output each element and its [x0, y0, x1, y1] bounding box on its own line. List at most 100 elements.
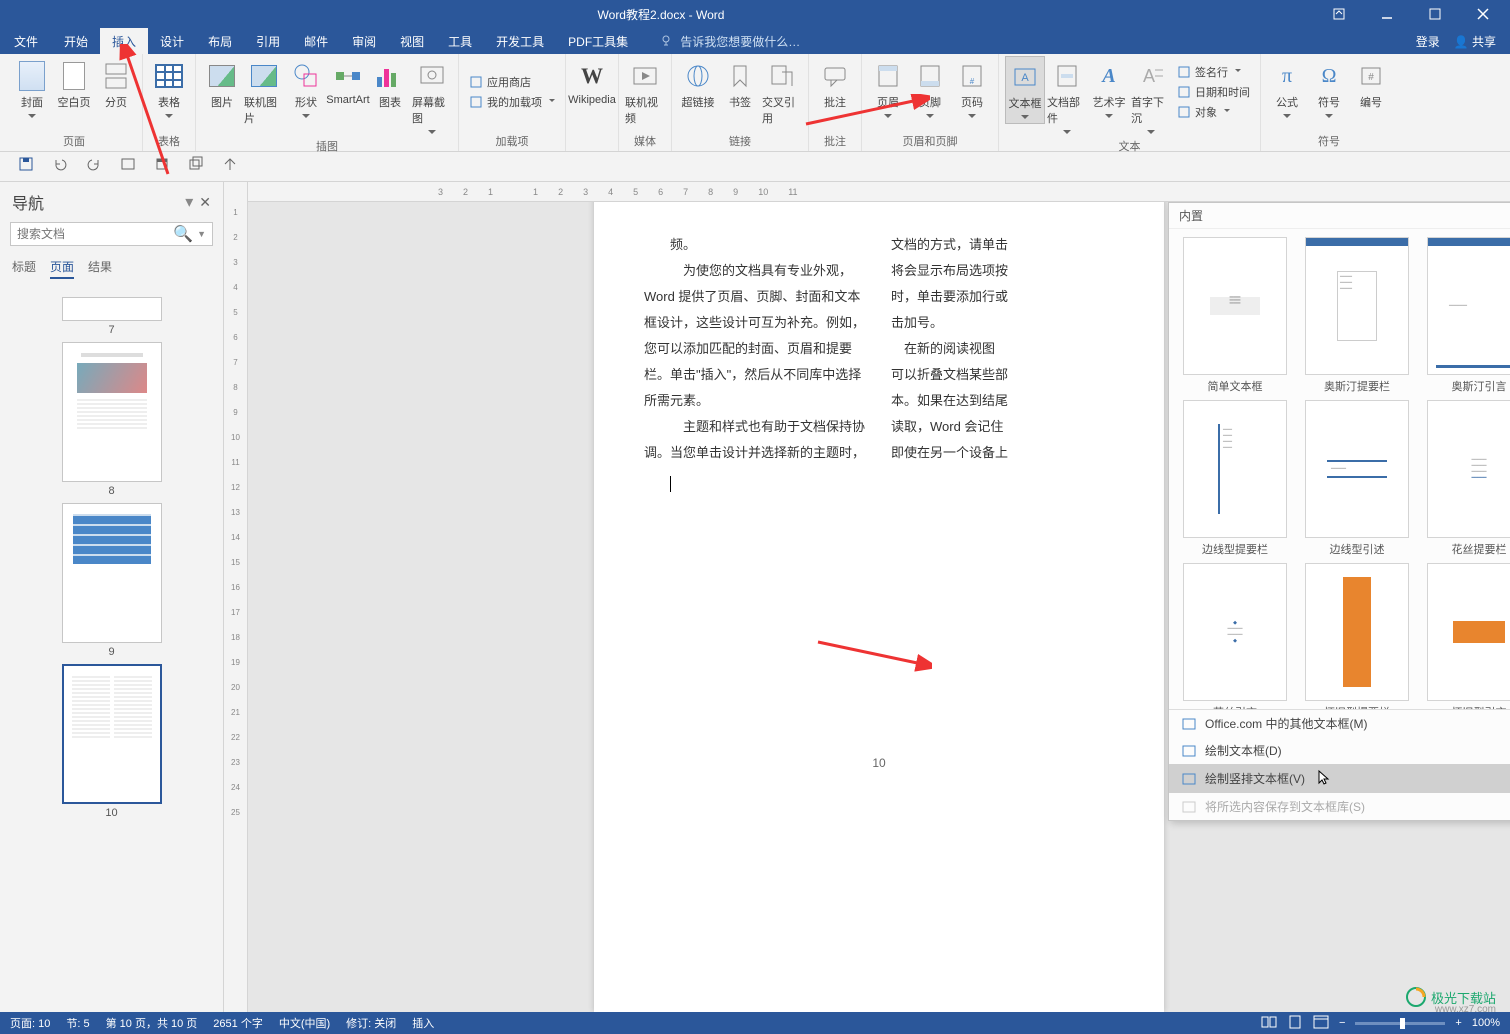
ribbon-图片[interactable]: 图片: [202, 56, 242, 110]
qat-icon[interactable]: [154, 156, 170, 177]
textbox-option[interactable]: 绘制竖排文本框(V): [1169, 764, 1510, 793]
ribbon-SmartArt[interactable]: SmartArt: [328, 56, 368, 106]
ribbon-页脚[interactable]: 页脚: [910, 56, 950, 122]
tab-文件[interactable]: 文件: [0, 28, 52, 54]
close-icon[interactable]: ✕: [199, 194, 211, 211]
qat-icon[interactable]: [222, 156, 238, 177]
ribbon-签名行[interactable]: 签名行: [1173, 63, 1254, 81]
ribbon-交叉引用[interactable]: 交叉引用: [762, 56, 802, 126]
nav-tab-标题[interactable]: 标题: [12, 258, 36, 279]
ribbon-表格[interactable]: 表格: [149, 56, 189, 122]
ribbon-页码[interactable]: #页码: [952, 56, 992, 122]
textbox-option[interactable]: 绘制文本框(D): [1169, 737, 1510, 764]
ribbon-文档部件[interactable]: 文档部件: [1047, 56, 1087, 138]
ribbon-Wikipedia[interactable]: WWikipedia: [572, 56, 612, 106]
search-input[interactable]: [17, 227, 173, 241]
ribbon-空白页[interactable]: 空白页: [54, 56, 94, 110]
textbox-preset-简单文本框[interactable]: ━━━━━━━━━简单文本框: [1177, 237, 1293, 394]
close-button[interactable]: [1466, 0, 1500, 28]
tab-布局[interactable]: 布局: [196, 28, 244, 54]
tab-审阅[interactable]: 审阅: [340, 28, 388, 54]
ribbon-书签[interactable]: 书签: [720, 56, 760, 110]
ribbon-超链接[interactable]: 超链接: [678, 56, 718, 110]
ribbon-联机视频[interactable]: 联机视频: [625, 56, 665, 126]
tab-设计[interactable]: 设计: [148, 28, 196, 54]
ribbon-形状[interactable]: 形状: [286, 56, 326, 122]
nav-tab-结果[interactable]: 结果: [88, 258, 112, 279]
textbox-preset-奥斯汀提要栏[interactable]: ━━━━━━━━━━━━奥斯汀提要栏: [1299, 237, 1415, 394]
tab-插入[interactable]: 插入: [100, 28, 148, 54]
view-print-icon[interactable]: [1287, 1015, 1303, 1032]
tab-开始[interactable]: 开始: [52, 28, 100, 54]
zoom-slider[interactable]: [1355, 1022, 1445, 1025]
tell-me[interactable]: 告诉我您想要做什么…: [660, 33, 800, 50]
view-web-icon[interactable]: [1313, 1015, 1329, 1032]
ribbon-日期和时间[interactable]: 日期和时间: [1173, 83, 1254, 101]
textbox-preset-奥斯汀引言[interactable]: ━━━━━━奥斯汀引言: [1421, 237, 1510, 394]
share-button[interactable]: 👤 共享: [1454, 33, 1496, 50]
search-icon[interactable]: 🔍: [173, 224, 193, 244]
status-page-of[interactable]: 第 10 页，共 10 页: [106, 1015, 198, 1031]
ribbon-首字下沉[interactable]: A首字下沉: [1131, 56, 1171, 138]
status-words[interactable]: 2651 个字: [213, 1015, 263, 1031]
undo-icon[interactable]: [52, 156, 68, 177]
page-thumb-8[interactable]: 8: [62, 342, 162, 497]
textbox-preset-花丝引言[interactable]: ◆━━━━━━━━━━◆花丝引言: [1177, 563, 1293, 709]
status-mode[interactable]: 插入: [412, 1015, 434, 1031]
ribbon-文本框[interactable]: A文本框: [1005, 56, 1045, 124]
qat-icon[interactable]: [120, 156, 136, 177]
minimize-button[interactable]: [1370, 0, 1404, 28]
ribbon-display-options[interactable]: [1322, 0, 1356, 28]
redo-icon[interactable]: [86, 156, 102, 177]
ribbon-封面[interactable]: 封面: [12, 56, 52, 122]
tab-开发工具[interactable]: 开发工具: [484, 28, 556, 54]
textbox-gallery-dropdown[interactable]: 内置 ━━━━━━━━━简单文本框━━━━━━━━━━━━奥斯汀提要栏━━━━━…: [1168, 202, 1510, 821]
tab-引用[interactable]: 引用: [244, 28, 292, 54]
ribbon-编号[interactable]: #编号: [1351, 56, 1391, 110]
ribbon-页眉[interactable]: 页眉: [868, 56, 908, 122]
document-canvas[interactable]: 频。 为使您的文档具有专业外观，Word 提供了页眉、页脚、封面和文本框设计，这…: [248, 202, 1510, 1012]
page-thumbnails[interactable]: 7 8910: [0, 285, 223, 1012]
nav-search[interactable]: 🔍 ▼: [10, 222, 213, 246]
zoom-level[interactable]: 100%: [1472, 1017, 1500, 1029]
ribbon-对象[interactable]: 对象: [1173, 103, 1254, 121]
zoom-in-icon[interactable]: +: [1455, 1017, 1461, 1029]
tab-PDF工具集[interactable]: PDF工具集: [556, 28, 640, 54]
ribbon-联机图片[interactable]: 联机图片: [244, 56, 284, 126]
tab-工具[interactable]: 工具: [436, 28, 484, 54]
textbox-preset-边线型引述[interactable]: ━━━━━边线型引述: [1299, 400, 1415, 557]
page-thumb-9[interactable]: 9: [62, 503, 162, 658]
save-icon[interactable]: [18, 156, 34, 177]
maximize-button[interactable]: [1418, 0, 1452, 28]
ribbon-应用商店[interactable]: 应用商店: [465, 73, 559, 91]
page-thumb-7[interactable]: 7: [62, 297, 162, 336]
ribbon-批注[interactable]: 批注: [815, 56, 855, 110]
ribbon-屏幕截图[interactable]: 屏幕截图: [412, 56, 452, 138]
textbox-preset-怀旧型提要栏[interactable]: 怀旧型提要栏: [1299, 563, 1415, 709]
nav-tab-页面[interactable]: 页面: [50, 258, 74, 279]
textbox-option[interactable]: Office.com 中的其他文本框(M)▸: [1169, 710, 1510, 737]
chevron-down-icon[interactable]: ▼: [197, 229, 206, 239]
textbox-preset-花丝提要栏[interactable]: ━━━━━━━━━━━━━━━━━━━━花丝提要栏: [1421, 400, 1510, 557]
ribbon-我的加载项[interactable]: 我的加载项: [465, 93, 559, 111]
status-track[interactable]: 修订: 关闭: [346, 1015, 396, 1031]
ribbon-符号[interactable]: Ω符号: [1309, 56, 1349, 122]
tab-视图[interactable]: 视图: [388, 28, 436, 54]
textbox-preset-怀旧型引言[interactable]: 怀旧型引言: [1421, 563, 1510, 709]
status-page[interactable]: 页面: 10: [10, 1015, 50, 1031]
page[interactable]: 频。 为使您的文档具有专业外观，Word 提供了页眉、页脚、封面和文本框设计，这…: [594, 202, 1164, 1012]
status-lang[interactable]: 中文(中国): [279, 1015, 330, 1031]
status-section[interactable]: 节: 5: [66, 1015, 89, 1031]
view-read-icon[interactable]: [1261, 1015, 1277, 1032]
ribbon-分页[interactable]: 分页: [96, 56, 136, 110]
ribbon-公式[interactable]: π公式: [1267, 56, 1307, 122]
ribbon-图表[interactable]: 图表: [370, 56, 410, 110]
qat-icon[interactable]: [188, 156, 204, 177]
page-thumb-10[interactable]: 10: [62, 664, 162, 819]
zoom-out-icon[interactable]: −: [1339, 1017, 1345, 1029]
textbox-preset-边线型提要栏[interactable]: ━━━━━━━━━━━━边线型提要栏: [1177, 400, 1293, 557]
ribbon-艺术字[interactable]: A艺术字: [1089, 56, 1129, 122]
nav-pin-icon[interactable]: ▾: [185, 192, 193, 212]
login-link[interactable]: 登录: [1416, 33, 1440, 50]
tab-邮件[interactable]: 邮件: [292, 28, 340, 54]
